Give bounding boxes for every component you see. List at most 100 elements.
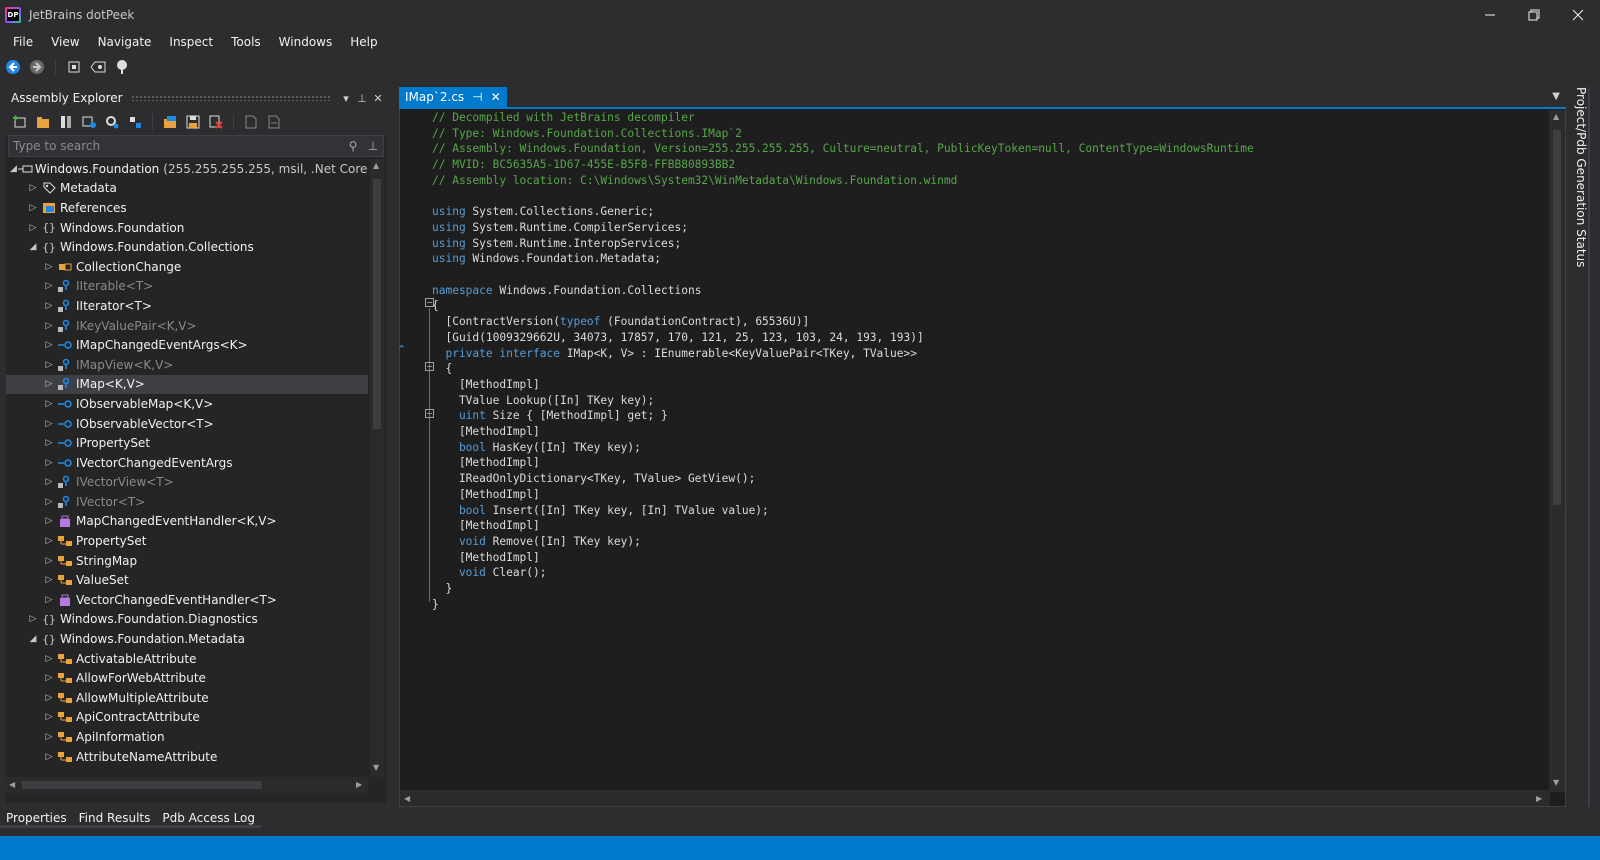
scroll-left-icon[interactable]: ◀ [9,780,15,789]
nuget-button[interactable] [125,113,145,131]
collapsed-arrow-icon[interactable]: ▷ [26,203,40,213]
collapsed-arrow-icon[interactable]: ▷ [42,301,56,311]
chevron-down-icon[interactable]: ▼ [1552,91,1560,102]
scroll-up-icon[interactable]: ▲ [1553,112,1559,121]
restore-button[interactable] [1512,0,1556,30]
panel-menu-button[interactable]: ▾ [338,92,354,105]
tree-item[interactable]: ▷{} Windows.Foundation.Diagnostics [6,610,368,630]
collapsed-arrow-icon[interactable]: ▷ [42,340,56,350]
tree-item[interactable]: ▷ ApiInformation [6,727,368,747]
menu-inspect[interactable]: Inspect [160,30,222,54]
side-panel-label[interactable]: Project/Pdb Generation Status [1574,87,1588,267]
panel-grip[interactable] [130,95,330,101]
forward-button[interactable] [28,58,46,76]
expanded-arrow-icon[interactable]: ◢ [10,164,17,174]
tree-hscroll-thumb[interactable] [22,781,262,789]
tree-item[interactable]: ◢{} Windows.Foundation.Metadata [6,629,368,649]
save-list-button[interactable] [160,113,180,131]
tree-item[interactable]: ▷ ValueSet [6,570,368,590]
tab-pdb-access-log[interactable]: Pdb Access Log [156,808,262,828]
tree-item[interactable]: ▷ IObservableMap<K,V> [6,394,368,414]
tree-scroll-thumb[interactable] [373,179,381,429]
cpu-button[interactable] [65,58,83,76]
collapsed-arrow-icon[interactable]: ▷ [42,419,56,429]
collapsed-arrow-icon[interactable]: ▷ [42,497,56,507]
collapsed-arrow-icon[interactable]: ▷ [42,673,56,683]
pin-tab-icon[interactable]: ⊣ [472,90,482,104]
pdb-generation-status-panel[interactable]: Project/Pdb Generation Status [1570,87,1596,807]
tree-item[interactable]: ▷ IMapChangedEventArgs<K> [6,335,368,355]
menu-windows[interactable]: Windows [270,30,342,54]
menu-navigate[interactable]: Navigate [89,30,161,54]
panel-close-button[interactable]: ✕ [370,92,386,105]
tree-item[interactable]: ▷ StringMap [6,551,368,571]
collapsed-arrow-icon[interactable]: ▷ [42,575,56,585]
tree-item[interactable]: ▷ AllowForWebAttribute [6,668,368,688]
back-button[interactable] [4,58,22,76]
tree-horizontal-scrollbar[interactable]: ◀ ▶ [6,777,368,793]
expanded-arrow-icon[interactable]: ◢ [26,634,40,644]
explore-process-button[interactable] [102,113,122,131]
tree-item[interactable]: ▷ IIterable<T> [6,277,368,297]
tab-imap-cs[interactable]: IMap`2.cs ⊣ ✕ [399,87,507,107]
tab-find-results[interactable]: Find Results [72,808,157,828]
sync-button[interactable] [79,113,99,131]
scroll-down-icon[interactable]: ▼ [1553,778,1559,787]
collapsed-arrow-icon[interactable]: ▷ [26,614,40,624]
tree-item[interactable]: ▷ IMapView<K,V> [6,355,368,375]
scroll-left-icon[interactable]: ◀ [404,794,410,803]
inheritance-marker-icon[interactable]: ⌃ [397,343,406,356]
tab-properties[interactable]: Properties [0,808,73,828]
menu-tools[interactable]: Tools [222,30,270,54]
assembly-list-button[interactable] [56,113,76,131]
collapsed-arrow-icon[interactable]: ▷ [42,262,56,272]
tree-item[interactable]: ▷ AllowMultipleAttribute [6,688,368,708]
collapsed-arrow-icon[interactable]: ▷ [42,536,56,546]
clear-button[interactable] [206,113,226,131]
tree-item[interactable]: ▷{} Windows.Foundation [6,218,368,238]
tree-item[interactable]: ▷ IKeyValuePair<K,V> [6,316,368,336]
tree-item[interactable]: ◢ Windows.Foundation (255.255.255.255, msi… [6,159,368,179]
collapsed-arrow-icon[interactable]: ▷ [42,595,56,605]
collapsed-arrow-icon[interactable]: ▷ [42,321,56,331]
tree-item[interactable]: ▷ CollectionChange [6,257,368,277]
collapsed-arrow-icon[interactable]: ▷ [42,360,56,370]
tree-button[interactable] [113,58,131,76]
decompile-button[interactable] [89,58,107,76]
tree-item[interactable]: ▷ IMap<K,V> [6,374,368,395]
tree-item[interactable]: ▷ MapChangedEventHandler<K,V> [6,512,368,532]
collapsed-arrow-icon[interactable]: ▷ [42,654,56,664]
close-tab-icon[interactable]: ✕ [491,90,501,104]
open-assembly-button[interactable] [10,113,30,131]
scroll-right-icon[interactable]: ▶ [1536,794,1542,803]
collapsed-arrow-icon[interactable]: ▷ [42,693,56,703]
tree-vertical-scrollbar[interactable]: ▲ ▼ [370,159,384,777]
expanded-arrow-icon[interactable]: ◢ [26,242,40,252]
collapsed-arrow-icon[interactable]: ▷ [42,556,56,566]
tree-item[interactable]: ▷ IVector<T> [6,492,368,512]
tree-item[interactable]: ▷ PropertySet [6,531,368,551]
collapsed-arrow-icon[interactable]: ▷ [42,458,56,468]
panel-pin-button[interactable]: ⊥ [354,92,370,105]
collapsed-arrow-icon[interactable]: ▷ [42,516,56,526]
tree-item[interactable]: ▷ IIterator<T> [6,296,368,316]
tree-item[interactable]: ▷ References [6,198,368,218]
collapsed-arrow-icon[interactable]: ▷ [42,399,56,409]
collapsed-arrow-icon[interactable]: ▷ [42,438,56,448]
code-view[interactable]: // Decompiled with JetBrains decompiler /… [432,110,1547,792]
tree-item[interactable]: ▷ ApiContractAttribute [6,708,368,728]
minimize-button[interactable] [1468,0,1512,30]
tree-item[interactable]: ▷ IVectorView<T> [6,473,368,493]
tree-item[interactable]: ▷ AttributeNameAttribute [6,747,368,767]
close-window-button[interactable] [1556,0,1600,30]
tree-item[interactable]: ▷ ActivatableAttribute [6,649,368,669]
tree-item[interactable]: ▷ VectorChangedEventHandler<T> [6,590,368,610]
expand-button[interactable] [264,113,284,131]
tree-item[interactable]: ▷ IPropertySet [6,433,368,453]
export-button[interactable] [183,113,203,131]
search-pin-button[interactable]: ⊥ [363,139,383,153]
collapsed-arrow-icon[interactable]: ▷ [26,223,40,233]
explorer-search-input[interactable] [9,139,343,153]
collapse-button[interactable] [241,113,261,131]
collapsed-arrow-icon[interactable]: ▷ [42,379,56,389]
